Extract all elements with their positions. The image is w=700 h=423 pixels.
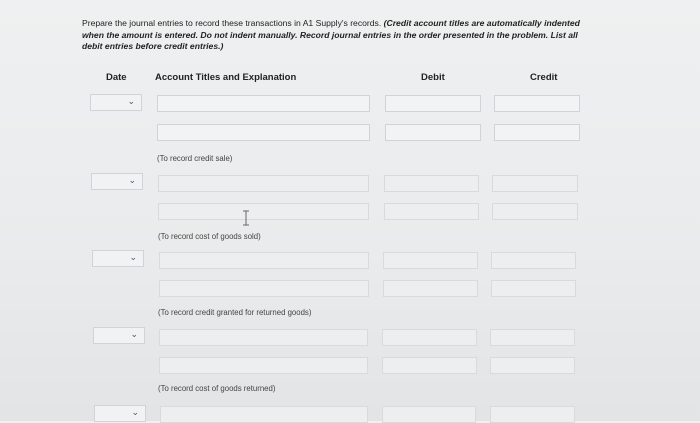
credit-input-1b[interactable] [494, 124, 580, 141]
account-input-5a[interactable] [160, 406, 368, 423]
date-select-4[interactable]: ⌄ [93, 327, 145, 344]
entry-note-3: (To record credit granted for returned g… [158, 308, 312, 317]
account-input-1b[interactable] [157, 124, 370, 141]
instructions-text: Prepare the journal entries to record th… [82, 18, 382, 28]
debit-input-4a[interactable] [382, 329, 477, 346]
chevron-down-icon: ⌄ [127, 97, 135, 107]
debit-input-2b[interactable] [384, 203, 479, 220]
date-select-5[interactable]: ⌄ [94, 405, 146, 422]
entry-note-1: (To record credit sale) [157, 154, 233, 163]
header-account: Account Titles and Explanation [155, 72, 297, 83]
credit-input-2a[interactable] [492, 175, 578, 192]
account-input-4a[interactable] [159, 329, 368, 346]
date-select-3[interactable]: ⌄ [92, 250, 144, 267]
account-input-2a[interactable] [158, 175, 369, 192]
account-input-3a[interactable] [159, 252, 369, 269]
account-input-2b[interactable] [158, 203, 369, 220]
debit-input-2a[interactable] [384, 175, 479, 192]
account-input-1a[interactable] [157, 95, 370, 112]
debit-input-3a[interactable] [383, 252, 478, 269]
credit-input-3b[interactable] [491, 280, 576, 297]
credit-input-1a[interactable] [494, 95, 580, 112]
instructions: Prepare the journal entries to record th… [82, 18, 582, 53]
debit-input-1b[interactable] [385, 124, 481, 141]
account-input-3b[interactable] [159, 280, 369, 297]
credit-input-4a[interactable] [490, 329, 575, 346]
entry-note-2: (To record cost of goods sold) [158, 232, 261, 241]
entry-note-4: (To record cost of goods returned) [158, 384, 276, 393]
credit-input-4b[interactable] [490, 357, 575, 374]
chevron-down-icon: ⌄ [129, 253, 137, 263]
credit-input-2b[interactable] [492, 203, 578, 220]
header-debit: Debit [421, 72, 445, 83]
text-cursor-icon [243, 210, 249, 226]
debit-input-1a[interactable] [385, 95, 481, 112]
chevron-down-icon: ⌄ [131, 408, 139, 418]
account-input-4b[interactable] [159, 357, 368, 374]
date-select-2[interactable]: ⌄ [91, 173, 143, 190]
header-credit: Credit [530, 72, 558, 83]
header-date: Date [106, 72, 127, 83]
debit-input-3b[interactable] [383, 280, 478, 297]
chevron-down-icon: ⌄ [128, 176, 136, 186]
table-header: Date Account Titles and Explanation Debi… [0, 72, 700, 88]
debit-input-5a[interactable] [382, 406, 476, 423]
debit-input-4b[interactable] [382, 357, 477, 374]
credit-input-3a[interactable] [491, 252, 576, 269]
credit-input-5a[interactable] [490, 406, 575, 423]
chevron-down-icon: ⌄ [130, 330, 138, 340]
date-select-1[interactable]: ⌄ [90, 94, 142, 111]
